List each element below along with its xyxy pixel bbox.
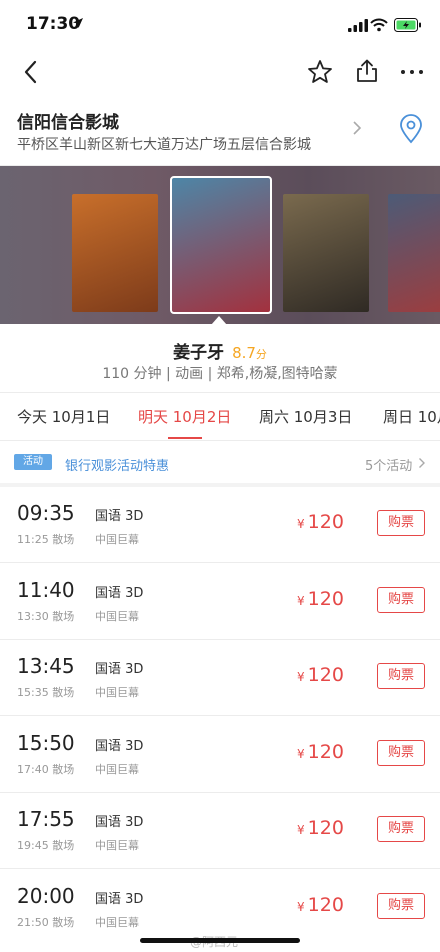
activity-badge: 活动	[14, 454, 52, 470]
tab-date-oct2[interactable]: 明天 10月2日	[138, 406, 231, 427]
cellular-signal-icon	[348, 19, 368, 32]
row-divider	[0, 715, 440, 716]
session-start-time: 15:50	[17, 731, 75, 755]
movie-poster[interactable]	[388, 194, 440, 312]
movie-poster-selected[interactable]	[170, 176, 272, 314]
chevron-left-icon[interactable]	[18, 58, 46, 86]
selected-poster-pointer	[211, 316, 227, 325]
session-row[interactable]: 09:35 11:25 散场 国语 3D 中国巨幕 ¥120 购票	[0, 487, 440, 563]
session-language: 国语 3D	[95, 892, 144, 907]
buy-ticket-button[interactable]: 购票	[377, 587, 425, 613]
star-icon[interactable]	[306, 58, 334, 86]
session-language: 国语 3D	[95, 662, 144, 677]
currency-symbol: ¥	[297, 900, 305, 914]
chevron-right-icon	[353, 121, 362, 135]
tab-date-oct3[interactable]: 周六 10月3日	[259, 406, 352, 427]
session-start-time: 09:35	[17, 501, 75, 525]
session-start-time: 13:45	[17, 654, 75, 678]
session-row[interactable]: 17:55 19:45 散场 国语 3D 中国巨幕 ¥120 购票	[0, 793, 440, 869]
session-hall: 中国巨幕	[95, 610, 139, 623]
battery-icon	[394, 18, 421, 32]
session-end-time: 21:50 散场	[17, 916, 75, 929]
cinema-address: 平桥区羊山新区新七大道万达广场五层信合影城	[17, 137, 311, 153]
more-icon[interactable]	[398, 58, 426, 86]
session-end-time: 13:30 散场	[17, 610, 75, 623]
session-hall: 中国巨幕	[95, 916, 139, 929]
movie-poster[interactable]	[72, 194, 158, 312]
activity-text: 银行观影活动特惠	[65, 459, 170, 474]
activity-count: 5个活动	[365, 459, 413, 474]
movie-score-unit: 分	[255, 348, 267, 361]
price-value: 120	[307, 511, 344, 533]
cinema-name: 信阳信合影城	[17, 113, 119, 133]
session-price: ¥120	[297, 894, 344, 916]
movie-info: 姜子牙 8.7分 110 分钟 | 动画 | 郑希,杨凝,图特哈蒙	[0, 330, 440, 392]
session-hall: 中国巨幕	[95, 686, 139, 699]
session-end-time: 17:40 散场	[17, 763, 75, 776]
buy-ticket-button[interactable]: 购票	[377, 740, 425, 766]
session-end-time: 11:25 散场	[17, 533, 75, 546]
session-price: ¥120	[297, 664, 344, 686]
poster-carousel[interactable]	[0, 166, 440, 324]
tab-date-oct1[interactable]: 今天 10月1日	[17, 406, 110, 427]
buy-ticket-button[interactable]: 购票	[377, 663, 425, 689]
session-start-time: 20:00	[17, 884, 75, 908]
currency-symbol: ¥	[297, 594, 305, 608]
session-start-time: 11:40	[17, 578, 75, 602]
session-language: 国语 3D	[95, 739, 144, 754]
session-end-time: 19:45 散场	[17, 839, 75, 852]
movie-meta: 110 分钟 | 动画 | 郑希,杨凝,图特哈蒙	[102, 366, 338, 382]
session-end-time: 15:35 散场	[17, 686, 75, 699]
nav-bar	[0, 50, 440, 94]
activity-banner[interactable]: 活动 银行观影活动特惠 5个活动	[0, 441, 440, 483]
session-language: 国语 3D	[95, 509, 144, 524]
share-icon[interactable]	[353, 57, 381, 85]
movie-score: 8.7	[232, 344, 256, 362]
row-divider	[0, 868, 440, 869]
session-start-time: 17:55	[17, 807, 75, 831]
currency-symbol: ¥	[297, 823, 305, 837]
movie-title: 姜子牙	[173, 343, 225, 363]
session-row[interactable]: 11:40 13:30 散场 国语 3D 中国巨幕 ¥120 购票	[0, 564, 440, 640]
session-hall: 中国巨幕	[95, 763, 139, 776]
tab-date-oct4[interactable]: 周日 10月	[383, 406, 440, 427]
active-tab-indicator	[168, 437, 202, 439]
price-value: 120	[307, 664, 344, 686]
session-row[interactable]: 15:50 17:40 散场 国语 3D 中国巨幕 ¥120 购票	[0, 717, 440, 793]
buy-ticket-button[interactable]: 购票	[377, 893, 425, 919]
session-price: ¥120	[297, 588, 344, 610]
session-hall: 中国巨幕	[95, 839, 139, 852]
location-arrow-icon	[73, 18, 83, 28]
currency-symbol: ¥	[297, 747, 305, 761]
movie-poster[interactable]	[283, 194, 369, 312]
home-indicator	[140, 938, 300, 943]
location-pin-icon[interactable]	[398, 114, 424, 144]
price-value: 120	[307, 894, 344, 916]
session-price: ¥120	[297, 817, 344, 839]
currency-symbol: ¥	[297, 670, 305, 684]
chevron-right-icon	[419, 458, 425, 468]
session-price: ¥120	[297, 511, 344, 533]
session-price: ¥120	[297, 741, 344, 763]
date-tabs: 今天 10月1日 明天 10月2日 周六 10月3日 周日 10月	[0, 392, 440, 440]
price-value: 120	[307, 588, 344, 610]
buy-ticket-button[interactable]: 购票	[377, 510, 425, 536]
cinema-header[interactable]: 信阳信合影城 平桥区羊山新区新七大道万达广场五层信合影城	[0, 100, 440, 166]
buy-ticket-button[interactable]: 购票	[377, 816, 425, 842]
price-value: 120	[307, 817, 344, 839]
row-divider	[0, 562, 440, 563]
currency-symbol: ¥	[297, 517, 305, 531]
status-bar: 17:30	[0, 0, 440, 50]
price-value: 120	[307, 741, 344, 763]
wifi-icon	[370, 18, 388, 32]
session-hall: 中国巨幕	[95, 533, 139, 546]
session-language: 国语 3D	[95, 815, 144, 830]
session-language: 国语 3D	[95, 586, 144, 601]
session-row[interactable]: 13:45 15:35 散场 国语 3D 中国巨幕 ¥120 购票	[0, 640, 440, 716]
